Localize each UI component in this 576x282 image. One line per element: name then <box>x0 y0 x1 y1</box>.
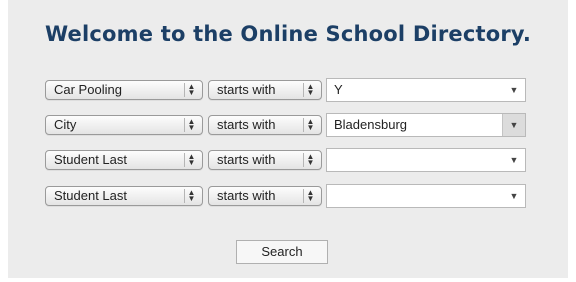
value-combo-1[interactable]: Y ▼ <box>326 78 526 102</box>
operator-select-2[interactable]: starts with ▲ ▼ <box>208 115 322 135</box>
triangle-down-icon[interactable]: ▼ <box>503 149 525 171</box>
criteria-row-3: Student Last ▲ ▼ starts with ▲ ▼ ▼ <box>8 148 568 172</box>
field-select-label: Student Last <box>54 152 127 167</box>
value-text: Y <box>334 82 343 97</box>
operator-select-label: starts with <box>217 82 276 97</box>
page-title: Welcome to the Online School Directory. <box>44 22 532 46</box>
up-down-arrows-icon: ▲ ▼ <box>303 118 317 132</box>
value-combo-4[interactable]: ▼ <box>326 184 526 208</box>
field-select-label: Student Last <box>54 188 127 203</box>
up-down-arrows-icon: ▲ ▼ <box>303 83 317 97</box>
up-down-arrows-icon: ▲ ▼ <box>184 83 198 97</box>
field-select-4[interactable]: Student Last ▲ ▼ <box>45 186 203 206</box>
value-combo-3[interactable]: ▼ <box>326 148 526 172</box>
operator-select-4[interactable]: starts with ▲ ▼ <box>208 186 322 206</box>
operator-select-label: starts with <box>217 152 276 167</box>
triangle-down-icon[interactable]: ▼ <box>503 79 525 101</box>
criteria-row-1: Car Pooling ▲ ▼ starts with ▲ ▼ Y ▼ <box>8 78 568 102</box>
operator-select-label: starts with <box>217 117 276 132</box>
up-down-arrows-icon: ▲ ▼ <box>184 118 198 132</box>
up-down-arrows-icon: ▲ ▼ <box>303 153 317 167</box>
value-combo-2[interactable]: Bladensburg ▼ <box>326 113 526 137</box>
triangle-down-icon[interactable]: ▼ <box>503 185 525 207</box>
value-text: Bladensburg <box>334 117 407 132</box>
operator-select-3[interactable]: starts with ▲ ▼ <box>208 150 322 170</box>
criteria-row-4: Student Last ▲ ▼ starts with ▲ ▼ ▼ <box>8 184 568 208</box>
directory-panel: Welcome to the Online School Directory. … <box>8 0 568 278</box>
triangle-down-icon[interactable]: ▼ <box>502 114 525 136</box>
field-select-2[interactable]: City ▲ ▼ <box>45 115 203 135</box>
field-select-label: City <box>54 117 77 132</box>
operator-select-label: starts with <box>217 188 276 203</box>
criteria-row-2: City ▲ ▼ starts with ▲ ▼ Bladensburg ▼ <box>8 113 568 137</box>
operator-select-1[interactable]: starts with ▲ ▼ <box>208 80 322 100</box>
up-down-arrows-icon: ▲ ▼ <box>184 153 198 167</box>
search-button[interactable]: Search <box>236 240 328 264</box>
up-down-arrows-icon: ▲ ▼ <box>303 189 317 203</box>
field-select-label: Car Pooling <box>54 82 122 97</box>
up-down-arrows-icon: ▲ ▼ <box>184 189 198 203</box>
field-select-1[interactable]: Car Pooling ▲ ▼ <box>45 80 203 100</box>
field-select-3[interactable]: Student Last ▲ ▼ <box>45 150 203 170</box>
